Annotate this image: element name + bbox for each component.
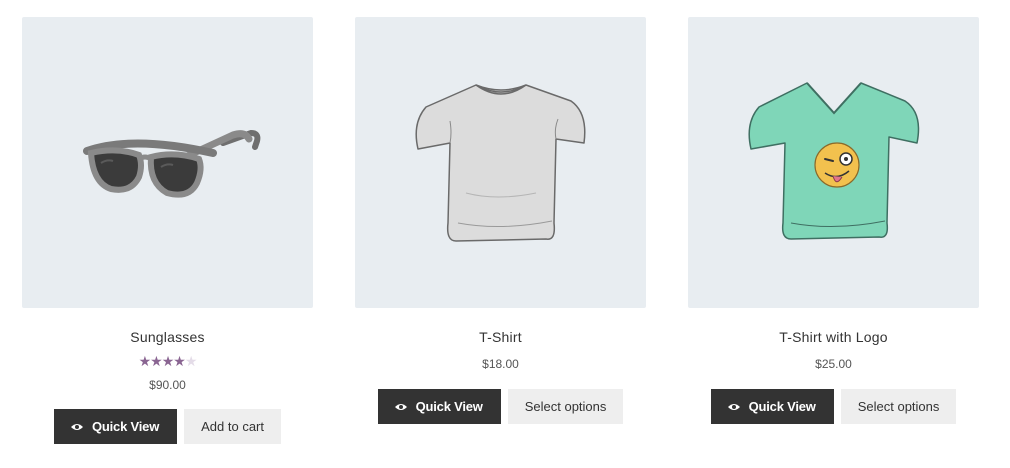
product-image[interactable] xyxy=(22,17,313,308)
product-image[interactable] xyxy=(355,17,646,308)
add-to-cart-label: Add to cart xyxy=(201,419,264,434)
star-icon: ★ xyxy=(173,353,186,369)
eye-icon xyxy=(394,402,408,412)
product-card: T-Shirt $18.00 Quick View Select options xyxy=(355,17,646,424)
select-options-label: Select options xyxy=(524,399,607,414)
product-card: T-Shirt with Logo $25.00 Quick View Sele… xyxy=(688,17,979,424)
star-rating: ★★★★★ xyxy=(22,354,313,368)
star-icon: ★ xyxy=(138,353,152,369)
product-actions: Quick View Select options xyxy=(355,389,646,424)
tshirt-image xyxy=(415,83,585,242)
product-title[interactable]: T-Shirt xyxy=(355,329,646,345)
product-card: Sunglasses ★★★★★ $90.00 Quick View Add t… xyxy=(22,17,313,444)
quick-view-button[interactable]: Quick View xyxy=(53,409,178,444)
product-title[interactable]: Sunglasses xyxy=(22,329,313,345)
select-options-button[interactable]: Select options xyxy=(840,389,957,424)
tshirt-logo-image xyxy=(748,81,919,240)
quick-view-button[interactable]: Quick View xyxy=(710,389,834,424)
product-price: $25.00 xyxy=(815,357,852,371)
sunglasses-image xyxy=(82,129,260,198)
add-to-cart-button[interactable]: Add to cart xyxy=(184,409,281,444)
eye-icon xyxy=(70,422,84,432)
star-icon: ★ xyxy=(150,353,163,369)
star-icon: ★ xyxy=(161,353,175,369)
product-image[interactable] xyxy=(688,17,979,308)
select-options-label: Select options xyxy=(857,399,940,414)
star-icon: ★ xyxy=(184,353,198,369)
product-actions: Quick View Add to cart xyxy=(22,409,313,444)
quick-view-label: Quick View xyxy=(415,399,483,414)
product-actions: Quick View Select options xyxy=(688,389,979,424)
quick-view-label: Quick View xyxy=(91,419,160,434)
eye-icon xyxy=(727,402,741,412)
product-price: $18.00 xyxy=(482,357,519,371)
product-title[interactable]: T-Shirt with Logo xyxy=(688,329,979,345)
product-price: $90.00 xyxy=(149,378,186,392)
quick-view-label: Quick View xyxy=(748,399,816,414)
product-grid: Sunglasses ★★★★★ $90.00 Quick View Add t… xyxy=(0,0,1010,468)
quick-view-button[interactable]: Quick View xyxy=(377,389,501,424)
select-options-button[interactable]: Select options xyxy=(507,389,624,424)
